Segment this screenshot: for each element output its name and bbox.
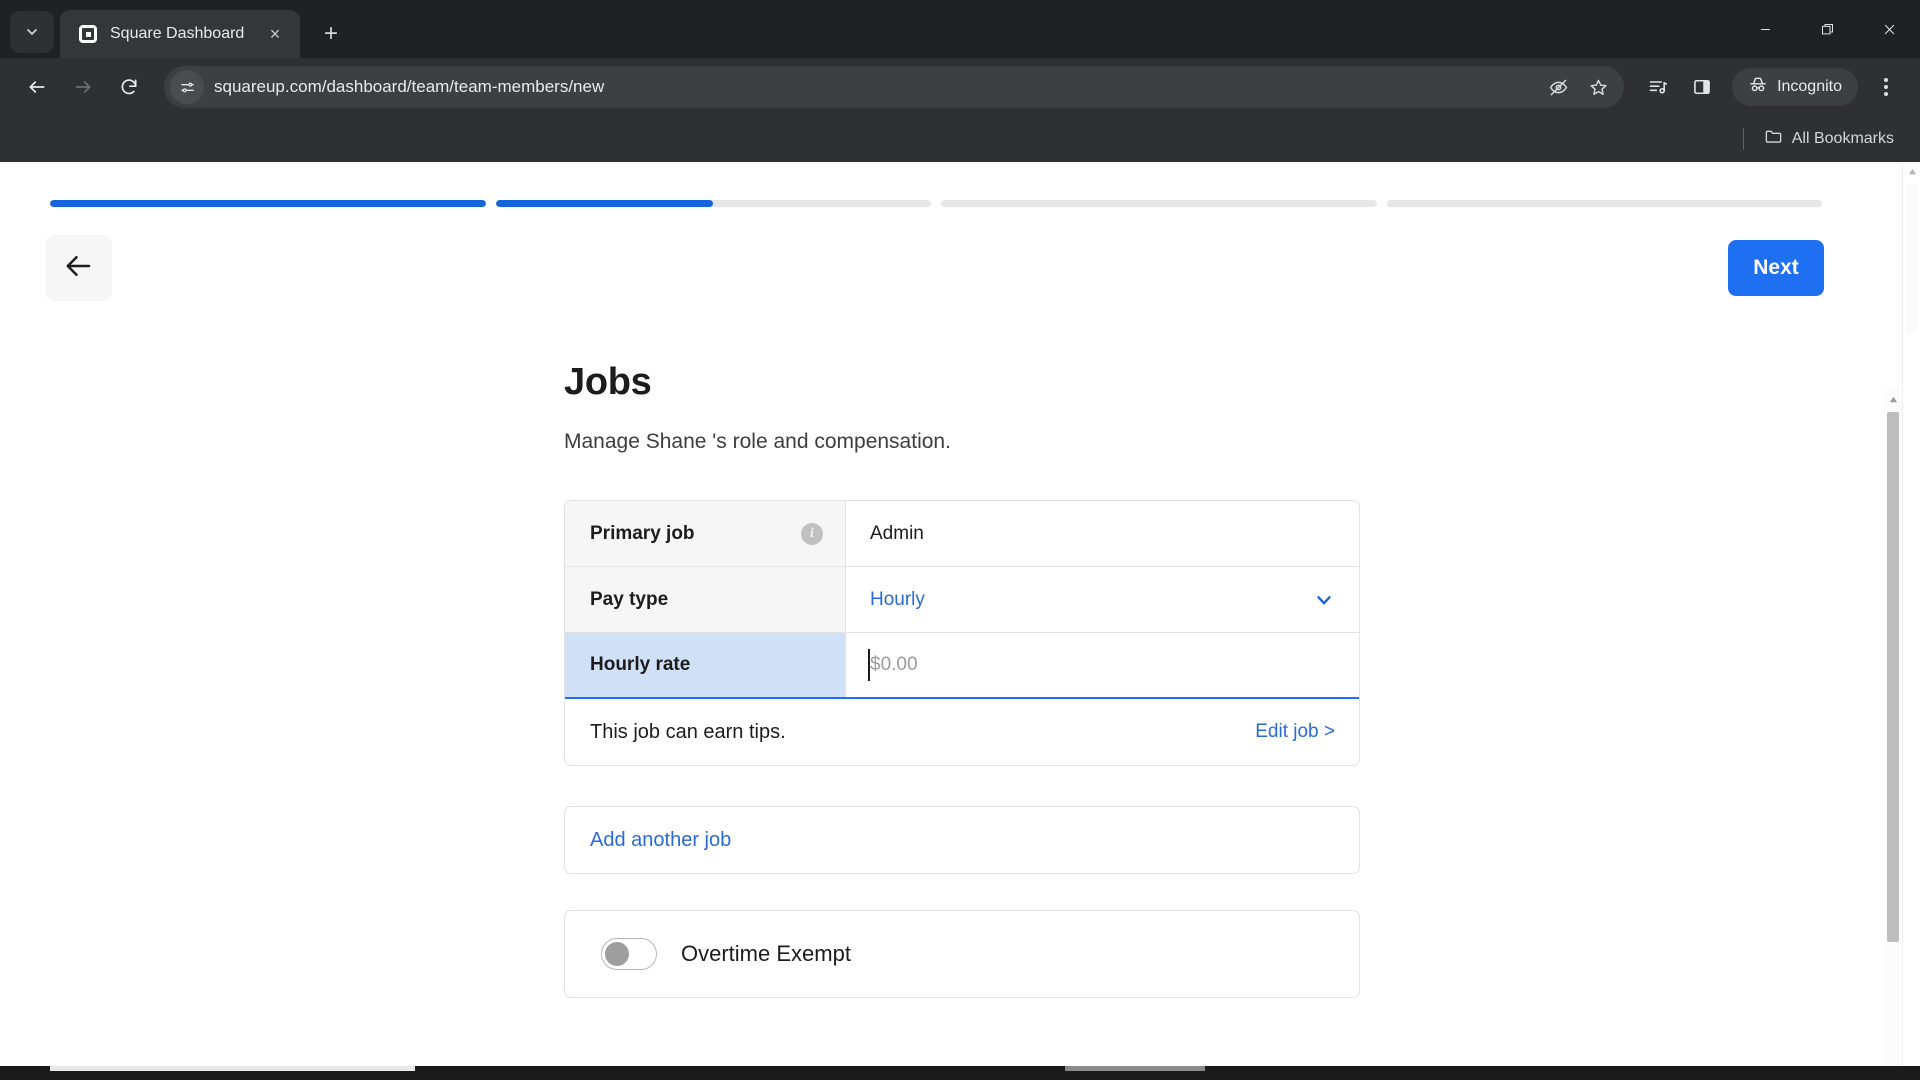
page-title: Jobs bbox=[564, 361, 652, 403]
omnibox-actions bbox=[1540, 69, 1616, 105]
pay-type-label-cell: Pay type bbox=[565, 567, 846, 632]
next-button[interactable]: Next bbox=[1728, 240, 1824, 296]
page-subtitle: Manage Shane 's role and compensation. bbox=[564, 430, 951, 453]
inner-scrollbar[interactable] bbox=[1884, 390, 1902, 1080]
incognito-label: Incognito bbox=[1777, 78, 1842, 95]
primary-job-label: Primary job bbox=[590, 522, 695, 544]
pay-type-label: Pay type bbox=[590, 588, 669, 610]
page-top-nav: Next bbox=[0, 207, 1880, 301]
browser-window: Square Dashboard × + squareup.com/dashbo… bbox=[0, 0, 1920, 1080]
add-another-job-link[interactable]: Add another job bbox=[590, 829, 731, 852]
restore-icon[interactable] bbox=[1796, 0, 1858, 58]
scroll-up-icon[interactable] bbox=[1903, 162, 1920, 180]
progress-segment-3 bbox=[941, 200, 1377, 207]
edit-job-link[interactable]: Edit job > bbox=[1255, 721, 1335, 743]
hourly-rate-row: Hourly rate $0.00 bbox=[565, 633, 1359, 699]
new-tab-button[interactable]: + bbox=[312, 15, 350, 53]
onboarding-progress bbox=[0, 162, 1880, 207]
forward-arrow-icon bbox=[62, 66, 104, 108]
pay-type-row: Pay type Hourly bbox=[565, 567, 1359, 633]
jobs-form: Jobs Manage Shane 's role and compensati… bbox=[564, 361, 1360, 998]
overtime-exempt-card: Overtime Exempt bbox=[564, 910, 1360, 998]
back-arrow-icon[interactable] bbox=[16, 66, 58, 108]
incognito-hat-icon bbox=[1748, 75, 1768, 100]
toolbar-right-actions: Incognito bbox=[1638, 67, 1904, 107]
page-settings-icon[interactable] bbox=[170, 70, 204, 104]
text-caret bbox=[868, 649, 870, 681]
kebab-menu-icon[interactable] bbox=[1868, 67, 1904, 107]
back-button[interactable] bbox=[46, 235, 112, 301]
close-icon[interactable]: × bbox=[262, 21, 288, 47]
page-content: Jobs Manage Shane 's role and compensati… bbox=[0, 301, 1880, 998]
all-bookmarks-button[interactable]: All Bookmarks bbox=[1756, 123, 1902, 155]
progress-segment-2 bbox=[495, 200, 931, 207]
bookmarks-bar: All Bookmarks bbox=[0, 116, 1920, 162]
arrow-left-icon bbox=[64, 251, 94, 286]
primary-job-value[interactable]: Admin bbox=[846, 501, 1359, 566]
hourly-rate-label-cell: Hourly rate bbox=[565, 633, 846, 697]
tab-title: Square Dashboard bbox=[110, 25, 245, 42]
scrollbar-thumb[interactable] bbox=[1887, 412, 1899, 942]
browser-tab[interactable]: Square Dashboard × bbox=[60, 10, 300, 58]
all-bookmarks-label: All Bookmarks bbox=[1791, 130, 1894, 147]
minimize-icon[interactable] bbox=[1734, 0, 1796, 58]
taskbar-segment bbox=[1065, 1066, 1205, 1071]
hourly-rate-label: Hourly rate bbox=[590, 654, 691, 675]
eye-off-icon[interactable] bbox=[1540, 69, 1576, 105]
star-icon[interactable] bbox=[1580, 69, 1616, 105]
scrollbar-thumb[interactable] bbox=[1906, 184, 1917, 334]
tips-note-text: This job can earn tips. bbox=[590, 720, 786, 743]
progress-segment-1 bbox=[50, 200, 486, 207]
primary-job-row: Primary job i Admin bbox=[565, 501, 1359, 567]
folder-icon bbox=[1764, 127, 1783, 151]
address-bar[interactable]: squareup.com/dashboard/team/team-members… bbox=[164, 66, 1625, 108]
add-another-job-card[interactable]: Add another job bbox=[564, 806, 1360, 874]
media-playlist-icon[interactable] bbox=[1638, 67, 1678, 107]
progress-segment-4 bbox=[1386, 200, 1822, 207]
hourly-rate-placeholder: $0.00 bbox=[870, 654, 918, 675]
reload-icon[interactable] bbox=[108, 66, 150, 108]
url-text: squareup.com/dashboard/team/team-members… bbox=[214, 77, 605, 96]
close-icon[interactable] bbox=[1858, 0, 1920, 58]
side-panel-icon[interactable] bbox=[1682, 67, 1722, 107]
hourly-rate-input[interactable]: $0.00 bbox=[846, 633, 1359, 697]
page-viewport: Next Jobs Manage Shane 's role and compe… bbox=[0, 162, 1920, 1080]
job-card: Primary job i Admin Pay type Hourly Hour… bbox=[564, 500, 1360, 766]
tab-search-icon[interactable] bbox=[10, 11, 54, 53]
window-controls bbox=[1734, 0, 1920, 58]
incognito-indicator[interactable]: Incognito bbox=[1732, 68, 1858, 106]
pay-type-select[interactable]: Hourly bbox=[846, 567, 1359, 632]
tips-note-row: This job can earn tips. Edit job > bbox=[565, 699, 1359, 765]
chevron-down-icon[interactable] bbox=[1313, 589, 1335, 611]
browser-toolbar: squareup.com/dashboard/team/team-members… bbox=[0, 58, 1920, 116]
taskbar-segment bbox=[50, 1066, 415, 1071]
overtime-exempt-toggle[interactable] bbox=[601, 938, 657, 970]
tab-strip: Square Dashboard × + bbox=[0, 0, 1920, 58]
pay-type-value: Hourly bbox=[870, 588, 925, 610]
overtime-exempt-label: Overtime Exempt bbox=[681, 941, 851, 966]
divider bbox=[1742, 128, 1744, 150]
info-icon[interactable]: i bbox=[801, 522, 823, 545]
page-scrollbar[interactable] bbox=[1902, 162, 1920, 1080]
primary-job-label-cell: Primary job i bbox=[565, 501, 846, 566]
taskbar bbox=[0, 1066, 1920, 1080]
square-logo-icon bbox=[78, 24, 98, 44]
scroll-up-icon[interactable] bbox=[1884, 390, 1902, 408]
